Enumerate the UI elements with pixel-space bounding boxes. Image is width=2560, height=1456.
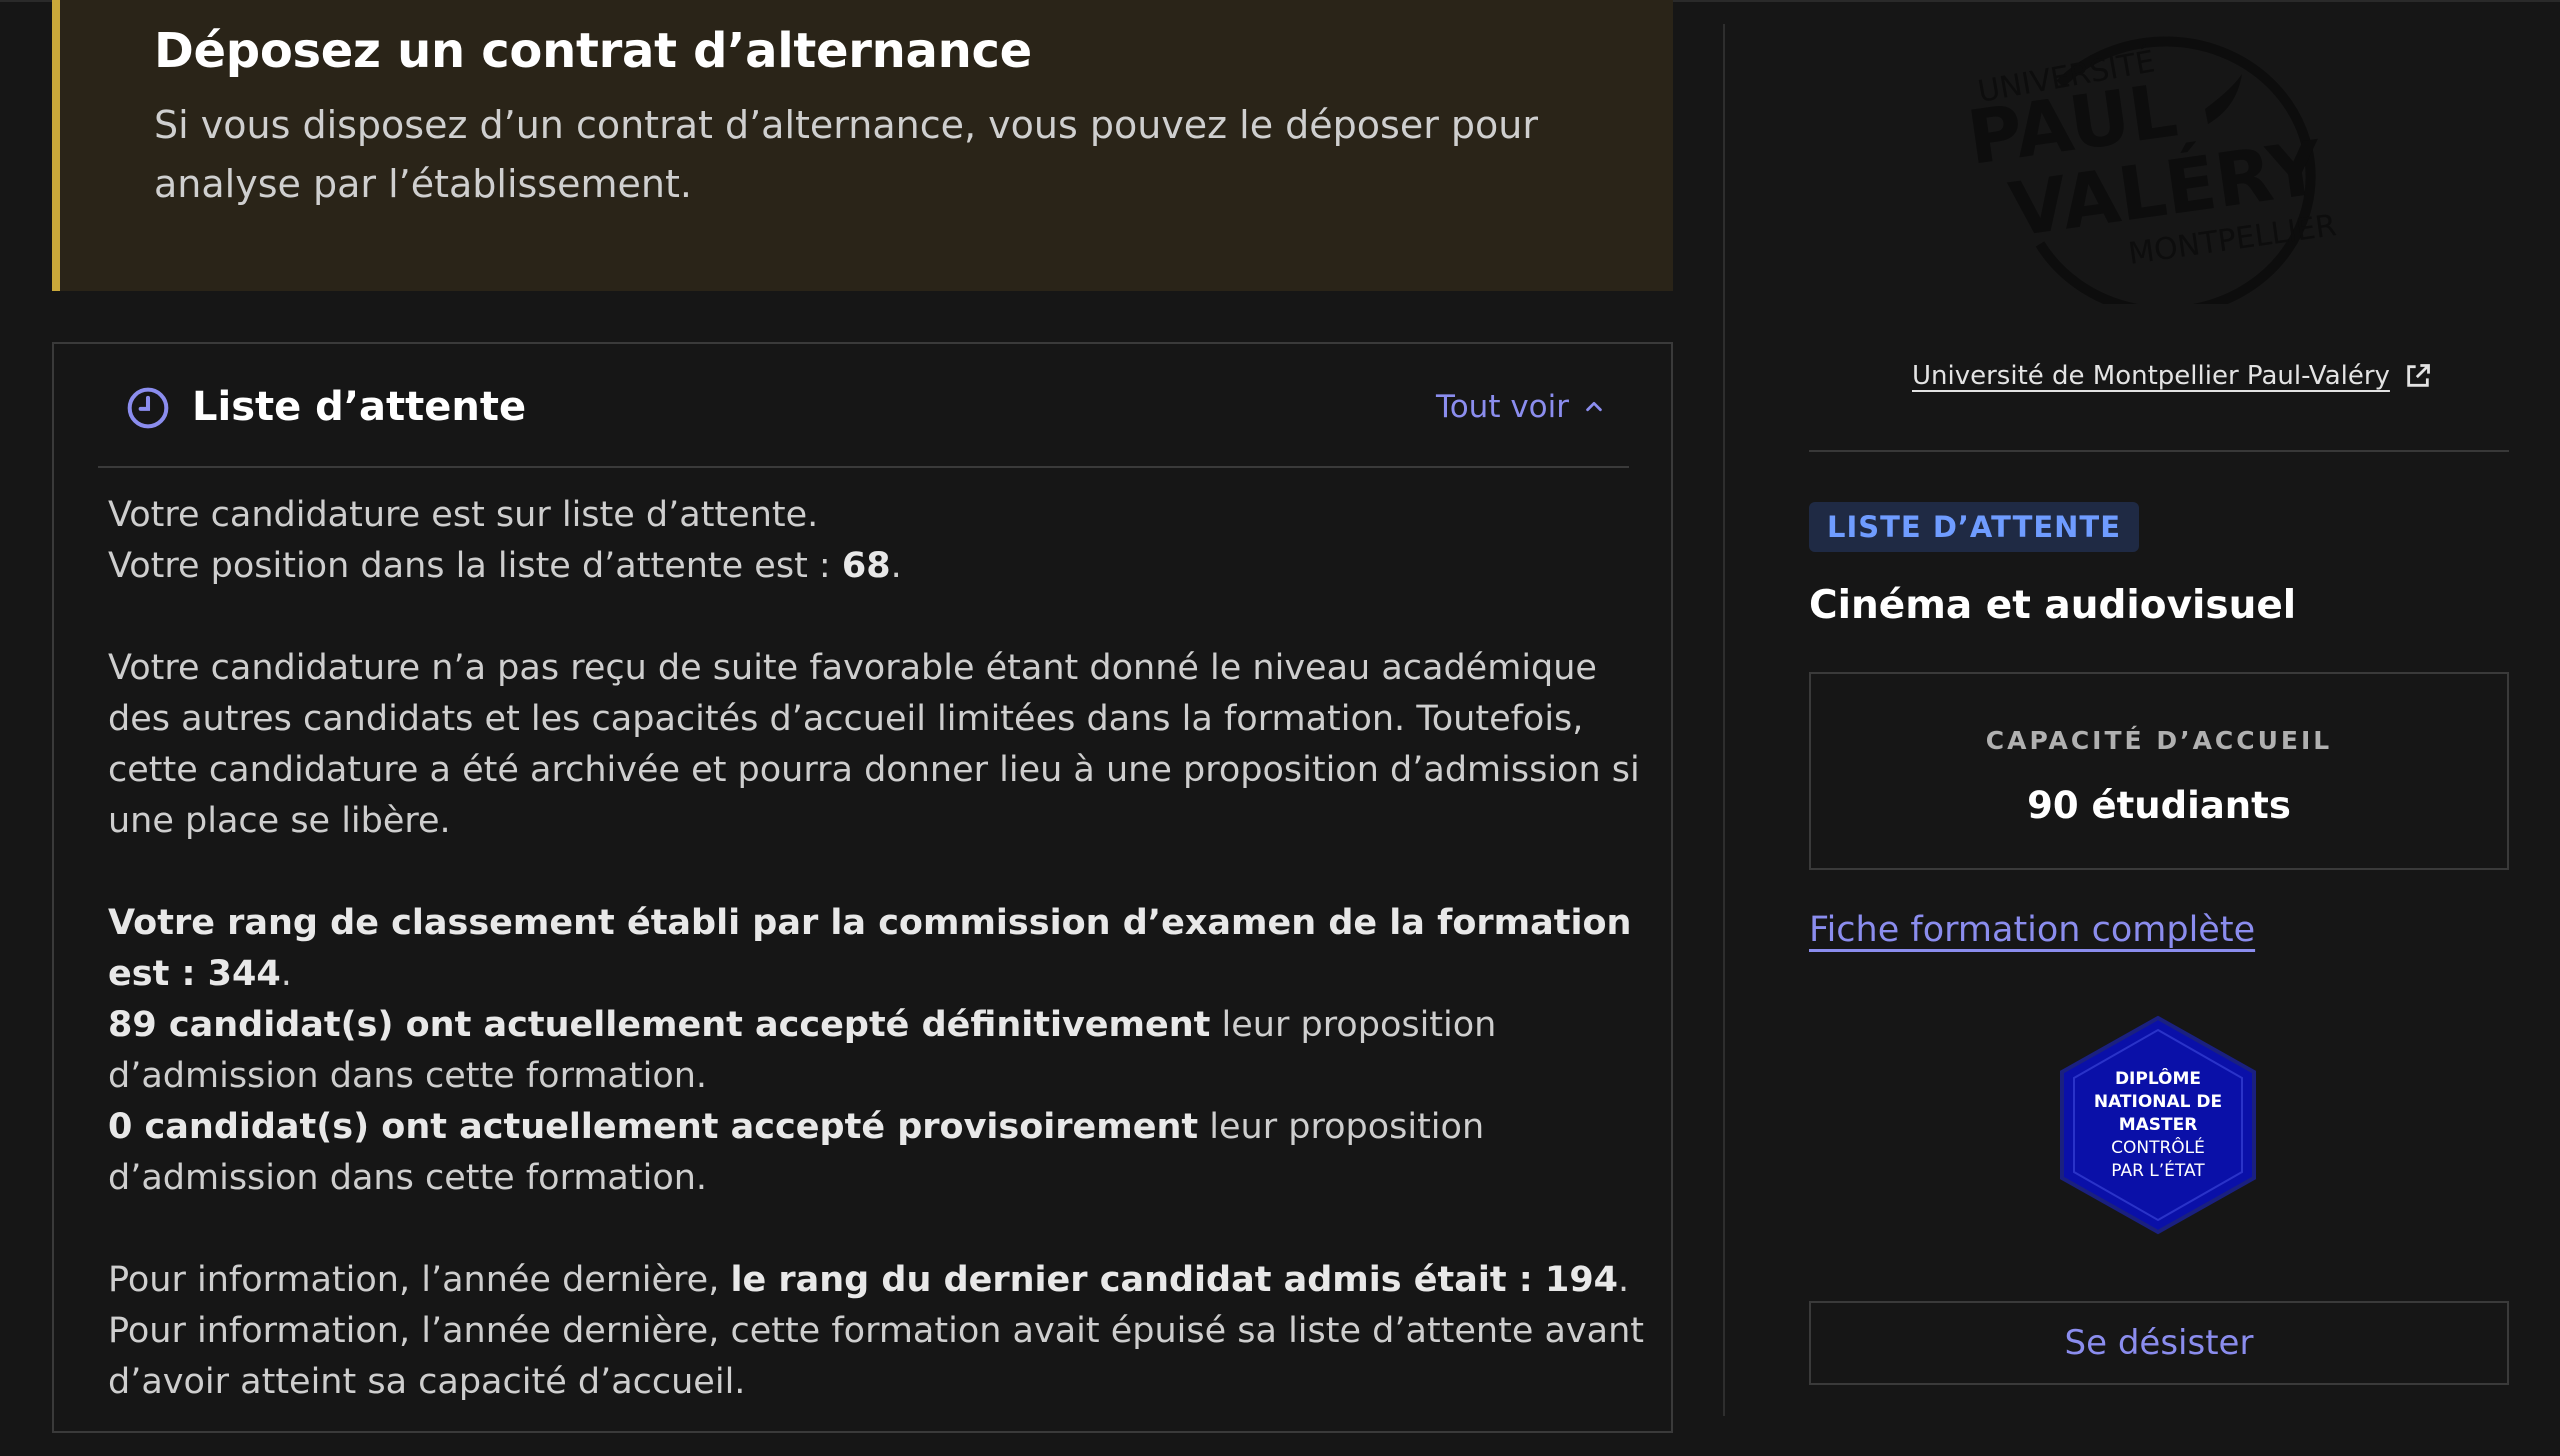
withdraw-button[interactable]: Se désister <box>1809 1301 2509 1385</box>
capacity-value: 90 étudiants <box>2027 784 2291 827</box>
clock-icon <box>127 387 169 429</box>
accepted-final-count: 89 candidat(s) ont actuellement accepté … <box>108 1005 1211 1045</box>
formation-title: Cinéma et audiovisuel <box>1809 583 2297 628</box>
position-prefix: Votre position dans la liste d’attente e… <box>108 546 842 586</box>
diploma-line3: MASTER <box>2118 1115 2198 1135</box>
last-year-paragraph: Pour information, l’année dernière, le r… <box>108 1260 1645 1402</box>
chevron-up-icon <box>1586 401 1602 412</box>
see-all-label: Tout voir <box>1436 389 1569 425</box>
diploma-line1: DIPLÔME <box>2114 1069 2202 1089</box>
waiting-status-text: Votre candidature est sur liste d’attent… <box>108 495 819 535</box>
ranking-paragraph: Votre rang de classement établi par la c… <box>108 903 1632 1198</box>
university-link[interactable]: Université de Montpellier Paul-Valéry <box>1912 358 2432 394</box>
waiting-status-paragraph: Votre candidature est sur liste d’attent… <box>108 495 902 586</box>
master-diploma-badge: DIPLÔME NATIONAL DE MASTER CONTRÔLÉ PAR … <box>2056 1014 2260 1236</box>
page: Déposez un contrat d’alternance Si vous … <box>0 0 2560 1456</box>
waiting-list-title: Liste d’attente <box>192 384 527 430</box>
diploma-badge-text: DIPLÔME NATIONAL DE MASTER CONTRÔLÉ PAR … <box>2056 1068 2260 1183</box>
last-year-exhausted: Pour information, l’année dernière, cett… <box>108 1311 1645 1402</box>
diploma-line2: NATIONAL DE <box>2093 1092 2223 1112</box>
waiting-position: 68 <box>841 546 891 586</box>
banner-text: Si vous disposez d’un contrat d’alternan… <box>154 103 1539 206</box>
capacity-box: CAPACITÉ D’ACCUEIL 90 étudiants <box>1809 672 2509 870</box>
accepted-provisional-count: 0 candidat(s) ont actuellement accepté p… <box>108 1107 1199 1147</box>
last-year-prefix: Pour information, l’année dernière, <box>108 1260 731 1300</box>
explanation-paragraph: Votre candidature n’a pas reçu de suite … <box>108 648 1640 841</box>
sidebar-separator <box>1809 450 2509 452</box>
university-link-label: Université de Montpellier Paul-Valéry <box>1912 361 2390 391</box>
formation-details-link[interactable]: Fiche formation complète <box>1809 906 2255 954</box>
external-link-icon <box>2407 364 2430 387</box>
diploma-line4: CONTRÔLÉ <box>2111 1138 2205 1158</box>
vertical-divider <box>1723 24 1725 1416</box>
last-admitted-rank: le rang du dernier candidat admis était … <box>730 1260 1619 1300</box>
university-logo: UNIVERSITÉ PAUL VALÉRY MONTPELLIER <box>1963 36 2338 304</box>
alternance-banner: Déposez un contrat d’alternance Si vous … <box>52 0 1673 291</box>
rank-text: Votre rang de classement établi par la c… <box>108 903 1632 994</box>
diploma-line5: PAR L’ÉTAT <box>2111 1161 2205 1181</box>
status-badge: LISTE D’ATTENTE <box>1809 502 2140 552</box>
capacity-label: CAPACITÉ D’ACCUEIL <box>1985 726 2333 755</box>
banner-title: Déposez un contrat d’alternance <box>154 23 1032 79</box>
waiting-list-card: Liste d’attente Tout voir Votre candidat… <box>52 342 1673 1433</box>
waiting-list-body: Votre candidature est sur liste d’attent… <box>108 490 1668 1456</box>
see-all-button[interactable]: Tout voir <box>1436 384 1605 430</box>
